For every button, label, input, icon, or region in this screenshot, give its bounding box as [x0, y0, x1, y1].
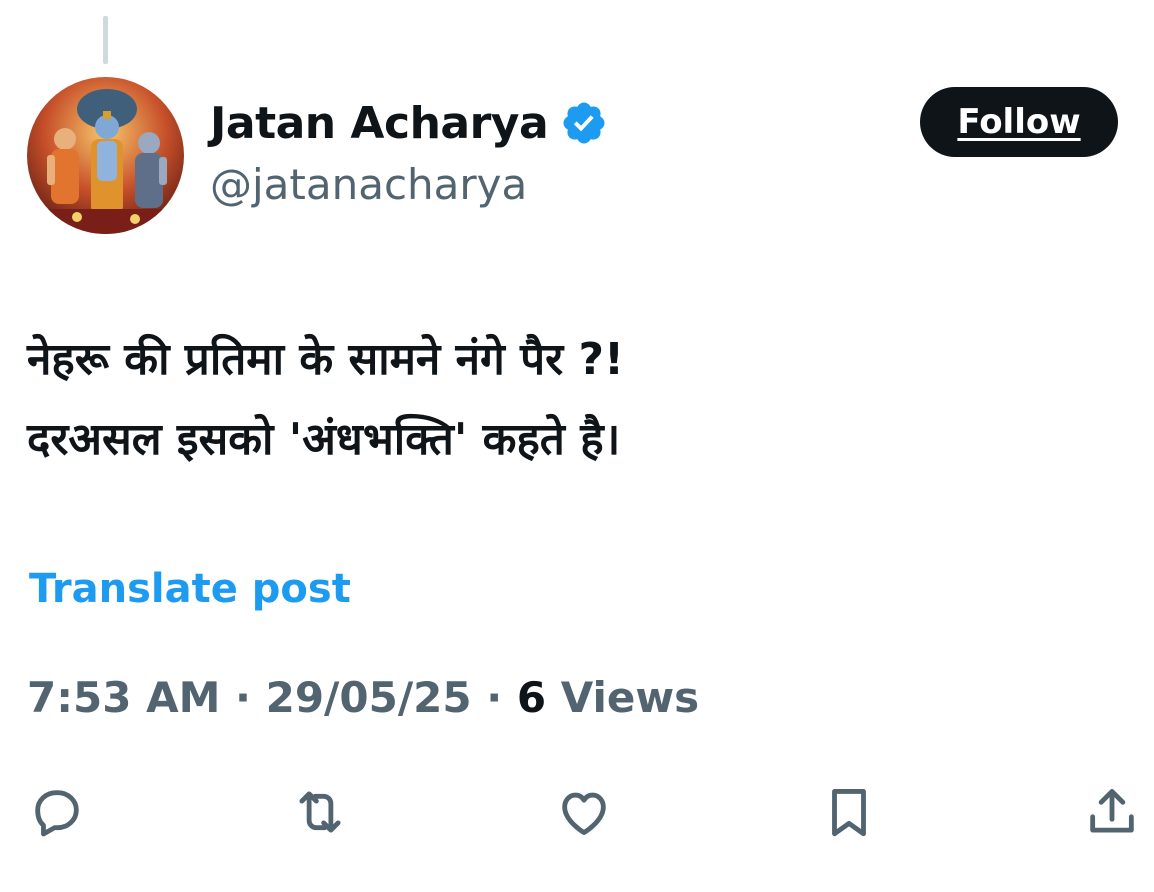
post-text-line: नेहरू की प्रतिमा के सामने नंगे पैर ?! — [27, 334, 625, 385]
reply-button[interactable] — [27, 782, 87, 842]
bookmark-icon — [832, 789, 866, 837]
post-metadata: 7:53 AM · 29/05/25 · 6 Views — [27, 673, 699, 722]
reply-icon — [35, 790, 79, 837]
views-count: 6 — [516, 673, 561, 722]
verified-badge-icon[interactable] — [560, 99, 608, 147]
bookmark-button[interactable] — [819, 782, 879, 842]
author-handle[interactable]: @jatanacharya — [210, 160, 527, 209]
avatar[interactable] — [27, 77, 184, 234]
post-date[interactable]: 29/05/25 — [266, 673, 472, 722]
thread-connector-line — [103, 16, 108, 64]
post-text: नेहरू की प्रतिमा के सामने नंगे पैर ?! दर… — [27, 320, 1127, 480]
post-time[interactable]: 7:53 AM — [27, 673, 220, 722]
author-display-name[interactable]: Jatan Acharya — [210, 98, 549, 149]
translate-post-link[interactable]: Translate post — [29, 566, 351, 612]
repost-icon — [299, 791, 341, 833]
post-action-bar — [0, 782, 1154, 842]
repost-button[interactable] — [290, 782, 350, 842]
share-button[interactable] — [1082, 782, 1142, 842]
views-label: Views — [560, 673, 700, 722]
like-button[interactable] — [554, 782, 614, 842]
avatar-image — [27, 77, 184, 234]
share-icon — [1090, 789, 1134, 833]
meta-separator: · — [486, 673, 517, 722]
meta-separator: · — [235, 673, 266, 722]
post-text-line: दरअसल इसको 'अंधभक्ति' कहते है। — [27, 414, 621, 465]
like-icon — [562, 792, 606, 835]
author-name-row: Jatan Acharya — [210, 92, 608, 154]
follow-button[interactable]: Follow — [920, 87, 1118, 157]
